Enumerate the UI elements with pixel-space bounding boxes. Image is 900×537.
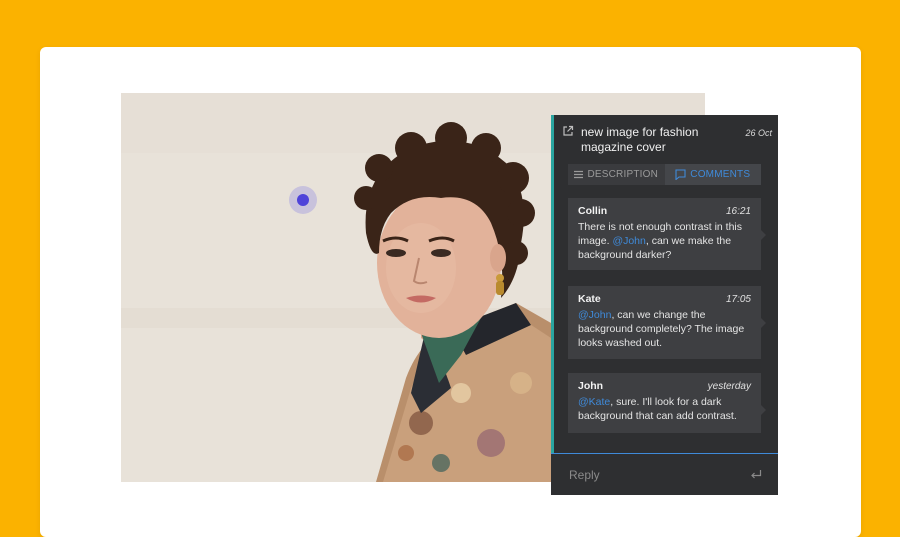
comment-icon xyxy=(675,169,686,180)
annotation-pin[interactable] xyxy=(289,186,317,214)
comment-time: yesterday xyxy=(707,381,751,392)
comment-item: John yesterday @Kate, sure. I'll look fo… xyxy=(568,373,766,433)
external-link-icon[interactable] xyxy=(562,125,574,137)
comment-author: Kate xyxy=(578,293,601,305)
comment-author: Collin xyxy=(578,205,608,217)
comment-text: @John, can we change the background comp… xyxy=(578,308,751,350)
panel-title: new image for fashion magazine cover xyxy=(581,125,699,154)
comments-panel: new image for fashion magazine cover 26 … xyxy=(551,115,778,495)
comment-time: 17:05 xyxy=(725,294,751,305)
comment-item: Collin 16:21 There is not enough contras… xyxy=(568,198,766,270)
panel-date: 26 Oct xyxy=(745,128,772,138)
comment-author: John xyxy=(578,380,604,392)
reply-input[interactable] xyxy=(567,466,731,483)
mention-link[interactable]: @John xyxy=(612,235,645,247)
comment-text: @Kate, sure. I'll look for a dark backgr… xyxy=(578,395,751,423)
enter-icon[interactable] xyxy=(750,469,762,480)
reply-bar xyxy=(551,453,778,495)
panel-tabs: DESCRIPTION COMMENTS xyxy=(568,164,761,185)
tab-description[interactable]: DESCRIPTION xyxy=(568,164,665,185)
tab-comments-label: COMMENTS xyxy=(690,169,751,180)
comment-time: 16:21 xyxy=(725,206,751,217)
comment-item: Kate 17:05 @John, can we change the back… xyxy=(568,286,766,359)
tab-description-label: DESCRIPTION xyxy=(587,169,659,180)
mention-link[interactable]: @Kate xyxy=(578,396,610,408)
lines-icon xyxy=(574,170,584,179)
tab-comments[interactable]: COMMENTS xyxy=(664,164,761,185)
panel-header: new image for fashion magazine cover 26 … xyxy=(562,124,772,160)
comment-text: There is not enough contrast in this ima… xyxy=(578,220,751,262)
mention-link[interactable]: @John xyxy=(578,309,611,321)
annotation-pin-dot xyxy=(297,194,309,206)
